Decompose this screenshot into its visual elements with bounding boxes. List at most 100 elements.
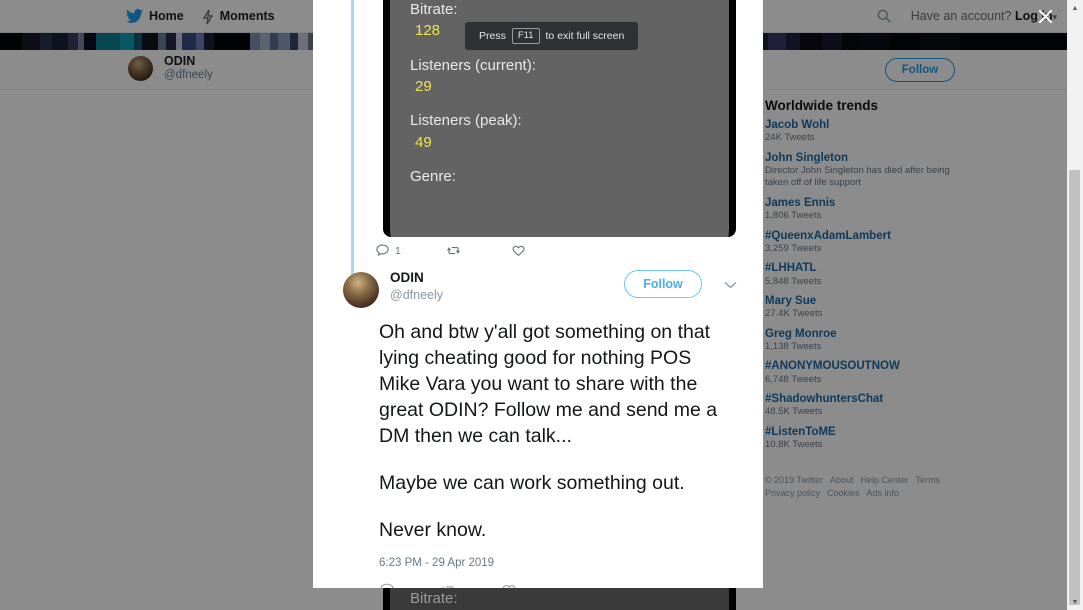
trend-subtext: 1,138 Tweets (765, 341, 822, 353)
chevron-down-icon[interactable] (724, 276, 737, 292)
close-button[interactable] (1023, 0, 1067, 33)
tweet-modal: Stream started: Mon, 29 Apr 2019 20:00:0… (313, 0, 763, 588)
trend-item[interactable]: Mary Sue 27.4K Tweets (765, 294, 950, 321)
tweet-actions (379, 582, 737, 588)
trend-item[interactable]: Greg Monroe 1,138 Tweets (765, 327, 950, 354)
nav-item-home[interactable]: Home (126, 9, 184, 23)
tweet-timestamp[interactable]: 6:23 PM - 29 Apr 2019 (379, 557, 737, 569)
footer-link-privacy-policy[interactable]: Privacy policy (765, 488, 820, 498)
scrollbar-down-arrow[interactable]: ▼ (1067, 594, 1083, 610)
listeners-current-value: 29 (415, 77, 432, 95)
trend-item[interactable]: John Singleton Director John Singleton h… (765, 151, 950, 190)
footer-links: © 2019 Twitter About Help Center Terms Priv… (755, 468, 960, 501)
trend-subtext: 5,848 Tweets (765, 275, 822, 287)
scrollbar-thumb[interactable] (1069, 170, 1080, 605)
trend-name[interactable]: #ANONYMOUSOUTNOW (765, 359, 950, 373)
listeners-peak-label: Listeners (peak): (410, 112, 522, 130)
retweet-icon[interactable] (440, 582, 456, 588)
trend-name[interactable]: #ListenToME (765, 425, 950, 439)
trend-item[interactable]: James Ennis 1,806 Tweets (765, 196, 950, 223)
trend-item[interactable]: #ShadowhuntersChat 48.5K Tweets (765, 392, 950, 419)
reply-action[interactable]: 1 (375, 243, 401, 258)
profile-handle: @dfneely (164, 68, 213, 81)
tweet-paragraph: Oh and btw y'all got something on that l… (379, 321, 718, 447)
footer-link-cookies[interactable]: Cookies (827, 488, 860, 498)
trend-item[interactable]: Jacob Wohl 24K Tweets (765, 118, 950, 145)
trend-name[interactable]: James Ennis (765, 196, 950, 210)
trends-sidebar: Worldwide trends Jacob Wohl 24K Tweets J… (755, 90, 960, 501)
footer-link-terms[interactable]: Terms (916, 475, 941, 485)
retweet-action[interactable] (446, 243, 466, 258)
twitter-bird-icon (126, 9, 143, 23)
trend-item[interactable]: #LHHATL 5,848 Tweets (765, 261, 950, 288)
trend-name[interactable]: Greg Monroe (765, 327, 950, 341)
toast-suffix: to exit full screen (545, 29, 625, 42)
trend-subtext: 6,748 Tweets (765, 373, 822, 385)
toast-prefix: Press (479, 29, 506, 42)
listeners-peak-value: 49 (415, 133, 432, 151)
heart-icon (511, 243, 526, 258)
trend-item[interactable]: #ListenToME 10.8K Tweets (765, 425, 950, 452)
tweet-author-handle: @dfneely (390, 287, 443, 302)
profile-user[interactable]: ODIN @dfneely (126, 54, 213, 83)
tweet-follow-button[interactable]: Follow (624, 270, 702, 298)
profile-name: ODIN (164, 54, 196, 69)
trend-subtext: 3,259 Tweets (765, 242, 822, 254)
lightning-bolt-icon (202, 9, 214, 25)
trend-subtext: 48.5K Tweets (765, 406, 823, 418)
profile-follow-button[interactable]: Follow (885, 58, 955, 82)
reply-icon[interactable] (379, 582, 395, 588)
trend-subtext: 27.4K Tweets (765, 308, 823, 320)
avatar[interactable] (343, 272, 379, 308)
trend-name[interactable]: Jacob Wohl (765, 118, 950, 132)
tweet-author-name: ODIN (390, 270, 424, 285)
trend-subtext: Director John Singleton has died after b… (765, 165, 950, 189)
reply-icon (375, 243, 390, 258)
trend-item[interactable]: #QueenxAdamLambert 3,259 Tweets (765, 229, 950, 256)
bitrate-label: Bitrate: (410, 0, 458, 18)
footer-link-ads-info[interactable]: Ads info (867, 488, 900, 498)
reply-count: 1 (395, 244, 401, 257)
nav-left-group: Home Moments (126, 9, 275, 25)
trend-subtext: 24K Tweets (765, 132, 815, 144)
nav-moments-label: Moments (219, 9, 275, 23)
stream-info-panel-bottom: Bitrate: (383, 588, 736, 610)
close-icon (1038, 9, 1052, 24)
nav-home-label: Home (149, 9, 184, 23)
trends-box: Worldwide trends Jacob Wohl 24K Tweets J… (755, 94, 960, 468)
tweet-header: ODIN @dfneely Follow (343, 270, 737, 308)
trend-item[interactable]: #ANONYMOUSOUTNOW 6,748 Tweets (765, 359, 950, 386)
trend-name[interactable]: #QueenxAdamLambert (765, 229, 950, 243)
vertical-scrollbar[interactable]: ▲ ▼ (1067, 0, 1083, 610)
fullscreen-exit-toast: Press F11 to exit full screen (465, 22, 639, 50)
scrollbar-up-arrow[interactable]: ▲ (1067, 0, 1083, 16)
avatar (126, 54, 155, 83)
trend-name[interactable]: Mary Sue (765, 294, 950, 308)
trends-title: Worldwide trends (765, 98, 879, 113)
trend-subtext: 10.8K Tweets (765, 439, 823, 451)
footer-link-copyright: © 2019 Twitter (765, 474, 823, 485)
account-prompt-label: Have an account? (910, 9, 1012, 23)
trend-subtext: 1,806 Tweets (765, 210, 822, 222)
listeners-current-label: Listeners (current): (410, 56, 536, 74)
tweet-paragraph: Never know. (379, 518, 487, 541)
nav-item-moments[interactable]: Moments (202, 9, 275, 25)
search-icon[interactable] (872, 4, 897, 29)
tweet-paragraph: Maybe we can work something out. (379, 471, 685, 494)
tweet-author[interactable]: ODIN @dfneely (390, 270, 443, 303)
trend-name[interactable]: #LHHATL (765, 261, 950, 275)
parent-tweet-actions: 1 (375, 243, 531, 258)
thread-connector-line (351, 0, 354, 278)
bitrate-label-bottom: Bitrate: (410, 590, 458, 607)
trend-name[interactable]: John Singleton (765, 151, 950, 165)
tweet-text: Oh and btw y'all got something on that l… (379, 320, 737, 543)
like-action[interactable] (511, 243, 531, 258)
main-tweet: ODIN @dfneely Follow Oh and btw y'all go… (313, 270, 763, 588)
footer-link-help-center[interactable]: Help Center (861, 475, 909, 485)
retweet-icon (446, 243, 461, 258)
toast-key-f11: F11 (511, 28, 540, 44)
trend-name[interactable]: #ShadowhuntersChat (765, 392, 950, 406)
genre-label: Genre: (410, 168, 456, 185)
footer-link-about[interactable]: About (830, 475, 854, 485)
heart-icon[interactable] (501, 582, 517, 588)
